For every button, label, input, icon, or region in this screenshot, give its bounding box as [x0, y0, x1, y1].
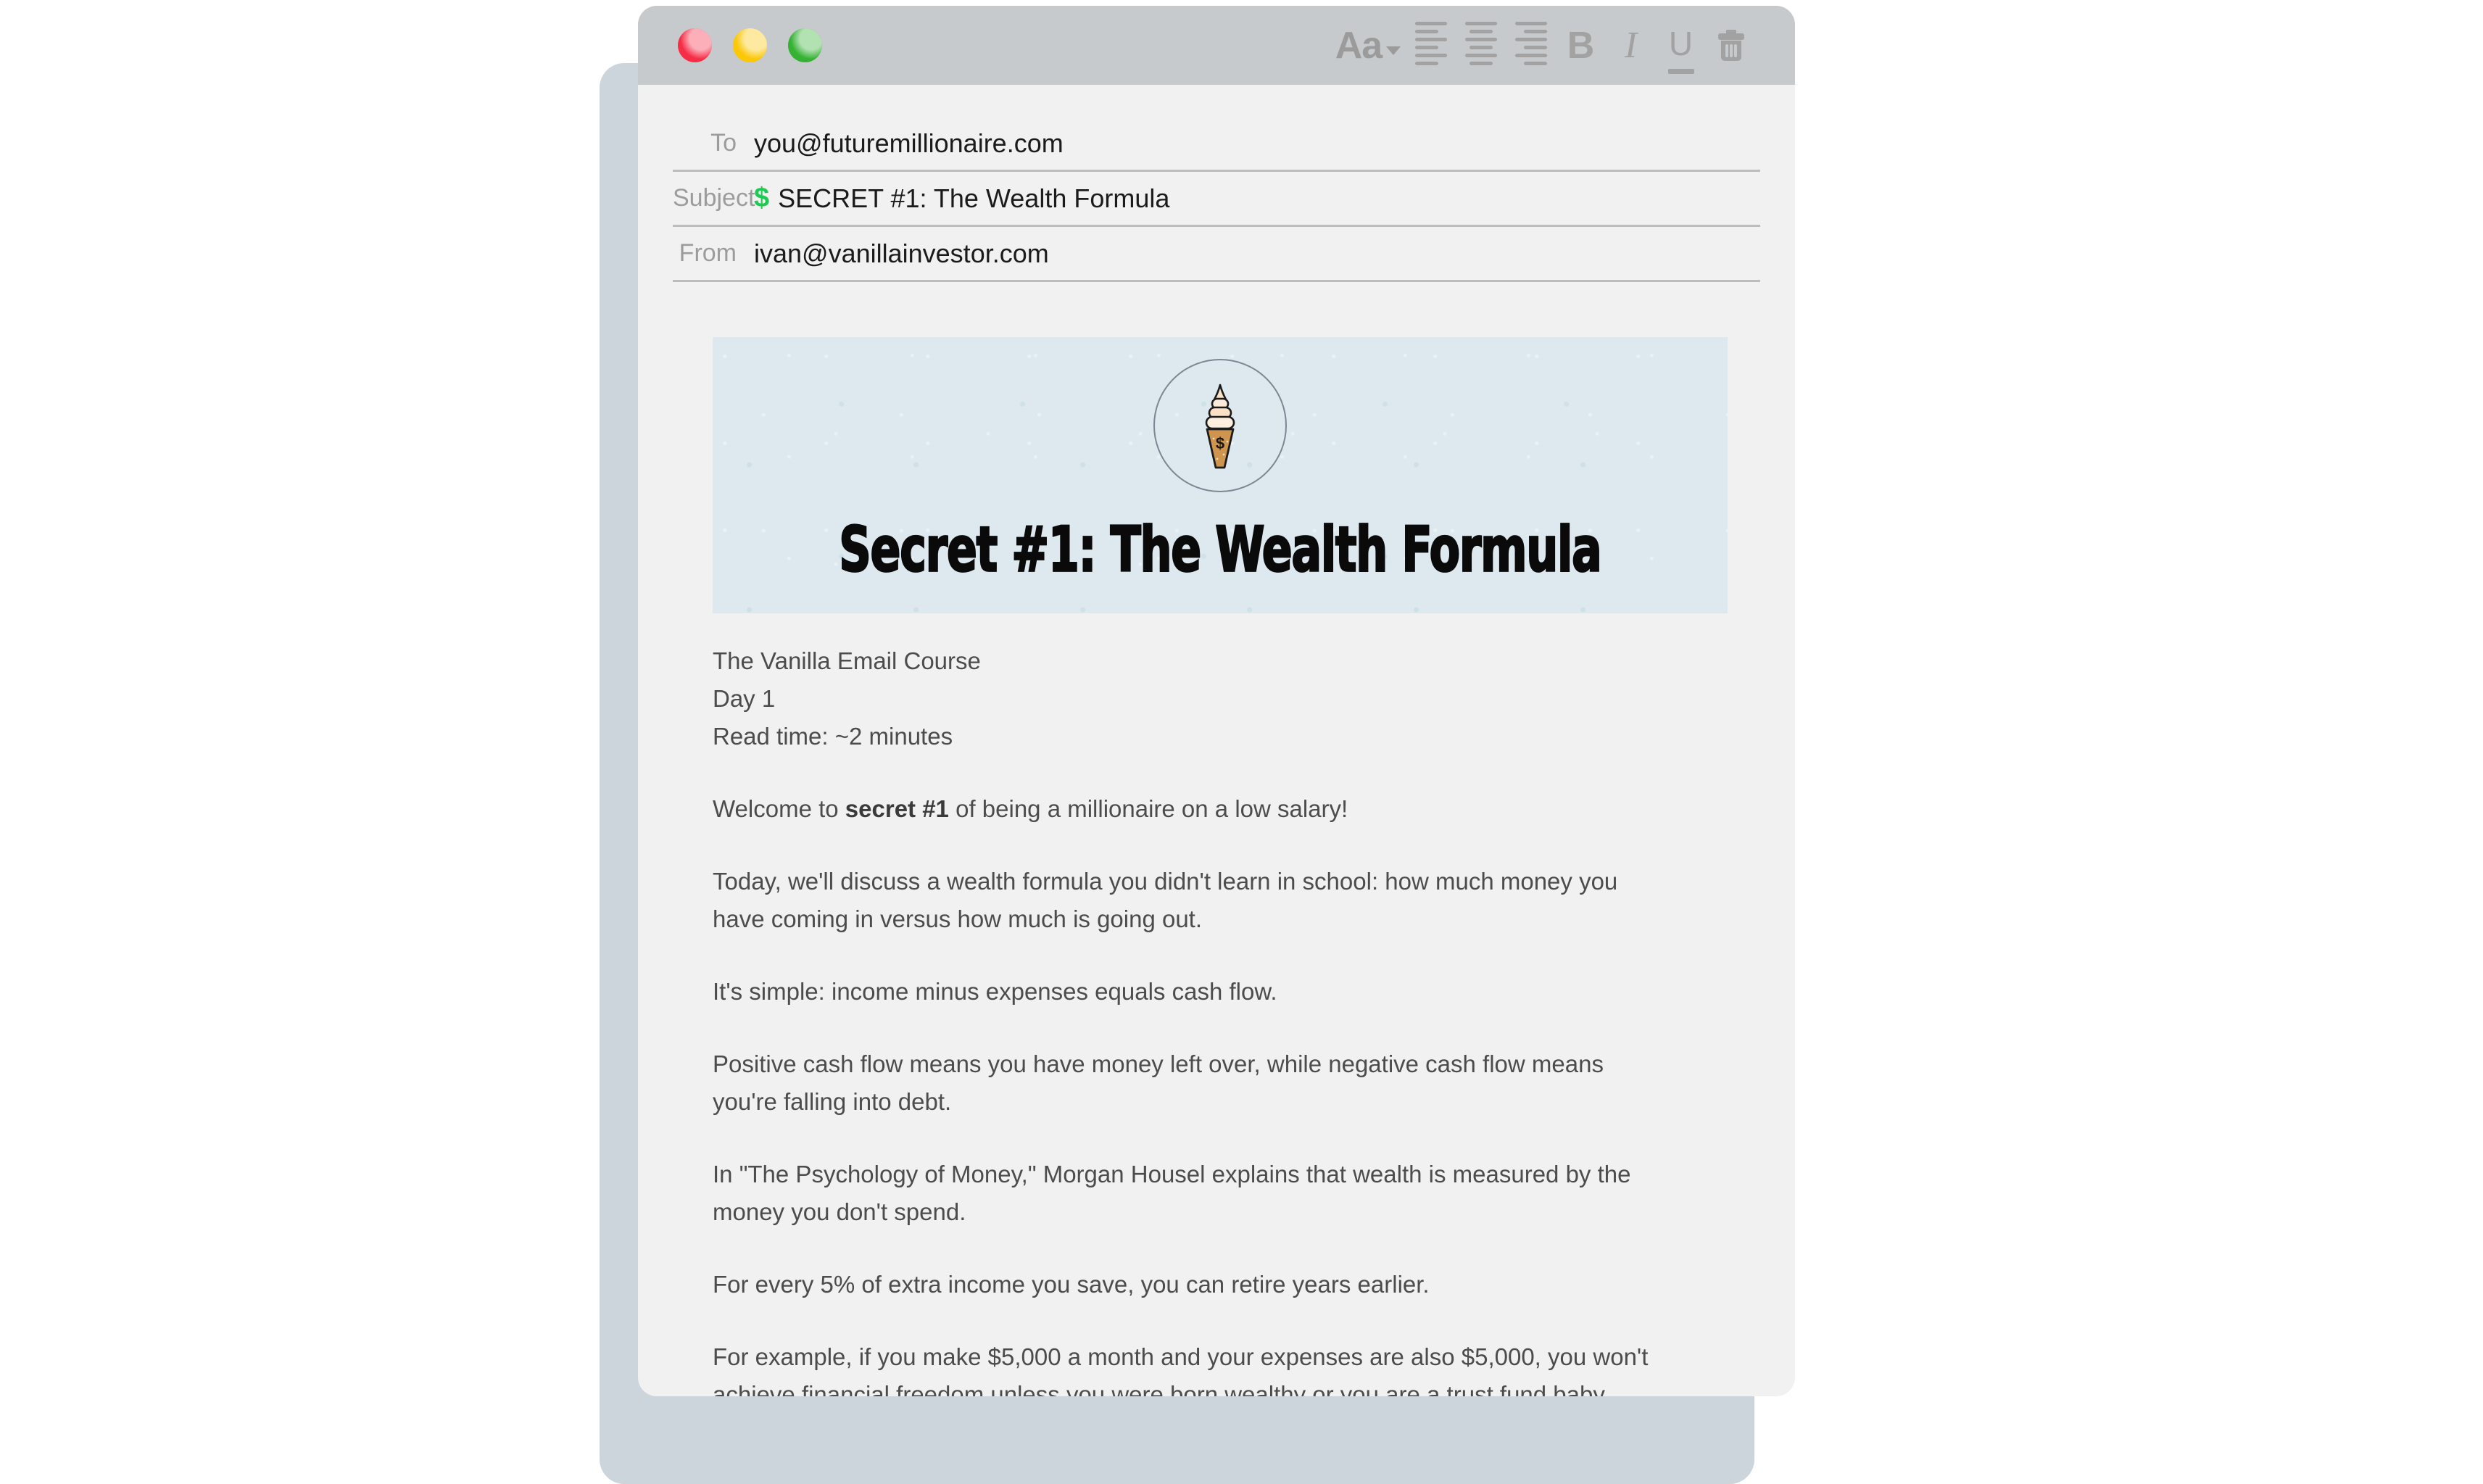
email-meta-block: The Vanilla Email Course Day 1 Read time…	[713, 642, 1670, 755]
email-paragraph: Positive cash flow means you have money …	[713, 1045, 1670, 1121]
svg-text:$: $	[1216, 434, 1224, 452]
traffic-light-group	[674, 28, 822, 67]
paragraph-text: For every 5% of extra income you save, y…	[713, 1271, 1430, 1298]
underline-bar	[1667, 68, 1694, 74]
formatting-toolbar: Aa B I U	[1330, 14, 1756, 77]
chevron-down-icon	[1386, 46, 1401, 55]
email-paragraph: Welcome to secret #1 of being a milliona…	[713, 790, 1670, 828]
paragraph-text: For example, if you make $5,000 a month …	[713, 1343, 1649, 1396]
paragraph-text: Positive cash flow means you have money …	[713, 1050, 1604, 1115]
email-paragraph: For every 5% of extra income you save, y…	[713, 1266, 1670, 1303]
align-right-button[interactable]	[1506, 17, 1556, 75]
delete-button[interactable]	[1706, 17, 1756, 75]
minimize-window-button[interactable]	[729, 28, 767, 67]
subject-field-row[interactable]: Subject $ SECRET #1: The Wealth Formula	[673, 172, 1760, 227]
from-field-label: From	[679, 239, 737, 267]
bold-button[interactable]: B	[1556, 17, 1606, 75]
trash-icon	[1717, 29, 1744, 61]
minimize-button-gloss	[733, 28, 767, 62]
email-paragraph: It's simple: income minus expenses equal…	[713, 973, 1670, 1011]
banner-title: Secret #1: The Wealth Formula	[838, 513, 1602, 587]
align-left-icon	[1414, 21, 1447, 70]
email-paragraph: For example, if you make $5,000 a month …	[713, 1338, 1670, 1396]
from-field-row[interactable]: From ivan@vanillainvestor.com	[673, 227, 1760, 282]
paragraph-text: of being a millionaire on a low salary!	[948, 795, 1348, 822]
email-paragraph-list: Welcome to secret #1 of being a milliona…	[713, 790, 1670, 1396]
align-center-icon	[1464, 21, 1497, 70]
subject-field-label: Subject	[673, 184, 755, 212]
paragraph-text: In "The Psychology of Money," Morgan Hou…	[713, 1161, 1631, 1225]
paragraph-text: It's simple: income minus expenses equal…	[713, 978, 1277, 1005]
align-center-button[interactable]	[1456, 17, 1506, 75]
dollar-sign-icon: $	[754, 183, 770, 213]
email-composer-window: Aa B I U To you@futuremillionaire.com Su…	[638, 6, 1795, 1396]
brand-logo-circle: $	[1153, 359, 1287, 492]
align-right-icon	[1514, 21, 1547, 70]
from-field-value[interactable]: ivan@vanillainvestor.com	[754, 239, 1049, 269]
zoom-button-gloss	[788, 28, 822, 62]
course-name-line: The Vanilla Email Course	[713, 647, 981, 674]
to-field-row[interactable]: To you@futuremillionaire.com	[673, 117, 1760, 172]
subject-field-value: SECRET #1: The Wealth Formula	[778, 183, 1170, 213]
to-field-label: To	[710, 129, 737, 157]
font-picker-button[interactable]: Aa	[1330, 17, 1406, 75]
email-hero-banner: $ Secret #1: The Wealth Formula	[713, 337, 1728, 613]
close-window-button[interactable]	[674, 28, 712, 67]
underline-button[interactable]: U	[1656, 14, 1706, 77]
window-titlebar: Aa B I U	[638, 6, 1795, 85]
paragraph-text: Today, we'll discuss a wealth formula yo…	[713, 868, 1618, 932]
italic-button[interactable]: I	[1606, 17, 1656, 75]
font-picker-label: Aa	[1335, 24, 1383, 67]
paragraph-text: Welcome to	[713, 795, 845, 822]
underline-icon: U	[1668, 24, 1694, 62]
italic-icon: I	[1624, 25, 1638, 66]
close-button-gloss	[678, 28, 712, 62]
day-line: Day 1	[713, 685, 776, 712]
message-header-fields: To you@futuremillionaire.com Subject $ S…	[638, 117, 1795, 282]
zoom-window-button[interactable]	[784, 28, 822, 67]
bold-icon: B	[1567, 24, 1595, 67]
subject-field-value-wrap[interactable]: $ SECRET #1: The Wealth Formula	[754, 183, 1169, 214]
ice-cream-cone-dollar-icon: $	[1205, 384, 1235, 469]
read-time-line: Read time: ~2 minutes	[713, 723, 953, 750]
emphasis-text: secret #1	[845, 795, 949, 822]
to-field-value[interactable]: you@futuremillionaire.com	[754, 128, 1064, 159]
email-paragraph: In "The Psychology of Money," Morgan Hou…	[713, 1156, 1670, 1231]
align-left-button[interactable]	[1406, 17, 1456, 75]
email-paragraph: Today, we'll discuss a wealth formula yo…	[713, 863, 1670, 938]
email-body: The Vanilla Email Course Day 1 Read time…	[713, 613, 1670, 1396]
